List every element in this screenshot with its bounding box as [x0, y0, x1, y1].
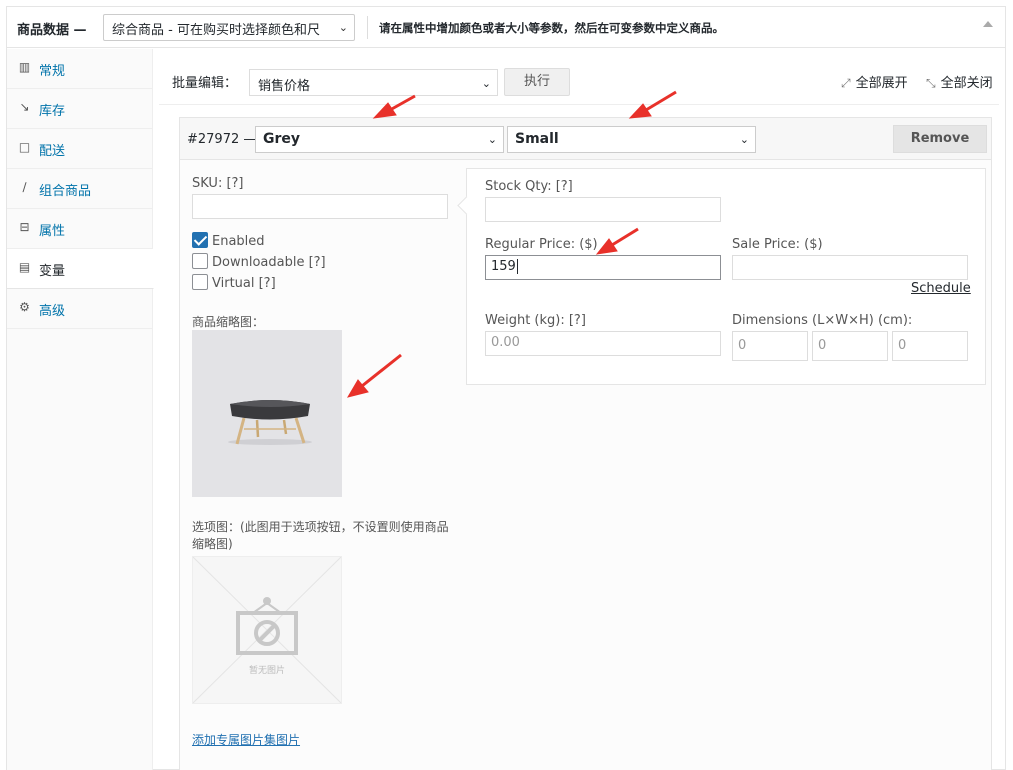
- no-image-icon: [192, 556, 342, 704]
- width-input[interactable]: 0: [812, 331, 888, 361]
- expand-all-link[interactable]: ⤢ 全部展开: [841, 72, 908, 91]
- go-button[interactable]: 执行: [504, 68, 570, 96]
- tab-attributes[interactable]: ⊟ 属性: [7, 209, 152, 249]
- virtual-checkbox-row[interactable]: Virtual [?]: [192, 274, 276, 294]
- collapse-panel-icon[interactable]: [983, 21, 993, 27]
- sale-price-input[interactable]: [732, 255, 968, 280]
- chart-icon: ↘: [19, 100, 30, 114]
- remove-variation-button[interactable]: Remove: [893, 125, 987, 153]
- product-data-tabs: ▥ 常规 ↘ 库存 □ 配送 ∕ 组合商品 ⊟ 属性 ▤ 变量 ⚙ 高级: [7, 49, 154, 770]
- variation-id: #27972 —: [187, 132, 257, 147]
- chevron-down-icon: ⌄: [338, 21, 348, 34]
- list-icon: ⊟: [19, 220, 30, 234]
- panel-title: 商品数据 —: [17, 23, 87, 38]
- grid-icon: ▥: [18, 60, 31, 74]
- header-description: 请在属性中增加颜色或者大小等参数，然后在可变参数中定义商品。: [379, 21, 724, 35]
- bulk-edit-label: 批量编辑：: [172, 76, 238, 91]
- sale-price-label: Sale Price: ($): [732, 237, 823, 252]
- panel-header: 商品数据 — 综合商品 - 可在购买时选择颜色和尺 ⌄ 请在属性中增加颜色或者大…: [7, 7, 1005, 48]
- product-data-panel: 商品数据 — 综合商品 - 可在购买时选择颜色和尺 ⌄ 请在属性中增加颜色或者大…: [6, 6, 1006, 770]
- bulk-action-select[interactable]: 销售价格 ⌄: [249, 69, 498, 96]
- stock-qty-input[interactable]: [485, 197, 721, 222]
- variation-right-column: Stock Qty: [?] Regular Price: ($) 159 Sa…: [466, 168, 986, 385]
- thumbnail-label: 商品缩略图：: [192, 315, 265, 329]
- variations-panel: 批量编辑： 销售价格 ⌄ 执行 ⤢ 全部展开 ⤡ 全部关闭 #27972 — Gre…: [154, 49, 1005, 770]
- truck-icon: □: [18, 140, 31, 154]
- header-divider: [367, 16, 368, 39]
- stock-qty-label: Stock Qty: [?]: [485, 179, 573, 194]
- window-icon: ▤: [18, 260, 31, 274]
- option-image-placeholder[interactable]: 暂无图片: [192, 556, 342, 704]
- collapse-icon: ⤡: [926, 76, 936, 90]
- tab-general[interactable]: ▥ 常规: [7, 49, 152, 89]
- tab-advanced[interactable]: ⚙ 高级: [7, 289, 152, 329]
- link-icon: ∕: [22, 180, 27, 194]
- height-input[interactable]: 0: [892, 331, 968, 361]
- regular-price-input[interactable]: 159: [485, 255, 721, 280]
- add-gallery-images-link[interactable]: 添加专属图片集图片: [192, 731, 300, 748]
- length-input[interactable]: 0: [732, 331, 808, 361]
- expand-icon: ⤢: [841, 76, 851, 90]
- virtual-checkbox[interactable]: [192, 274, 208, 290]
- product-type-select[interactable]: 综合商品 - 可在购买时选择颜色和尺 ⌄: [103, 14, 355, 41]
- close-all-link[interactable]: ⤡ 全部关闭: [926, 72, 993, 91]
- variation-item: #27972 — Grey ⌄ Small ⌄ Remove SKU: [?] …: [179, 117, 992, 770]
- color-attribute-select[interactable]: Grey ⌄: [255, 126, 504, 153]
- size-attribute-select[interactable]: Small ⌄: [507, 126, 756, 153]
- tab-variations[interactable]: ▤ 变量: [7, 249, 154, 289]
- downloadable-checkbox[interactable]: [192, 253, 208, 269]
- tab-inventory[interactable]: ↘ 库存: [7, 89, 152, 129]
- gear-icon: ⚙: [19, 300, 30, 314]
- variation-thumbnail[interactable]: [192, 330, 342, 497]
- sku-label: SKU: [?]: [192, 176, 244, 191]
- ottoman-image: [192, 330, 342, 497]
- schedule-link[interactable]: Schedule: [911, 281, 971, 296]
- variations-toolbar: 批量编辑： 销售价格 ⌄ 执行 ⤢ 全部展开 ⤡ 全部关闭: [159, 49, 999, 105]
- variation-header[interactable]: #27972 — Grey ⌄ Small ⌄ Remove: [180, 118, 991, 160]
- enabled-checkbox-row[interactable]: Enabled: [192, 232, 265, 252]
- chevron-down-icon: ⌄: [487, 133, 497, 146]
- downloadable-checkbox-row[interactable]: Downloadable [?]: [192, 253, 326, 273]
- option-image-label: 选项图：(此图用于选项按钮，不设置则使用商品缩略图): [192, 520, 449, 551]
- regular-price-label: Regular Price: ($): [485, 237, 598, 252]
- chevron-down-icon: ⌄: [739, 133, 749, 146]
- dimensions-label: Dimensions (L×W×H) (cm):: [732, 313, 913, 328]
- enabled-checkbox[interactable]: [192, 232, 208, 248]
- tab-shipping[interactable]: □ 配送: [7, 129, 152, 169]
- no-image-text: 暂无图片: [248, 666, 285, 676]
- chevron-down-icon: ⌄: [481, 77, 491, 90]
- sku-input[interactable]: [192, 194, 448, 219]
- weight-input[interactable]: 0.00: [485, 331, 721, 356]
- weight-label: Weight (kg): [?]: [485, 313, 586, 328]
- tab-linked-products[interactable]: ∕ 组合商品: [7, 169, 152, 209]
